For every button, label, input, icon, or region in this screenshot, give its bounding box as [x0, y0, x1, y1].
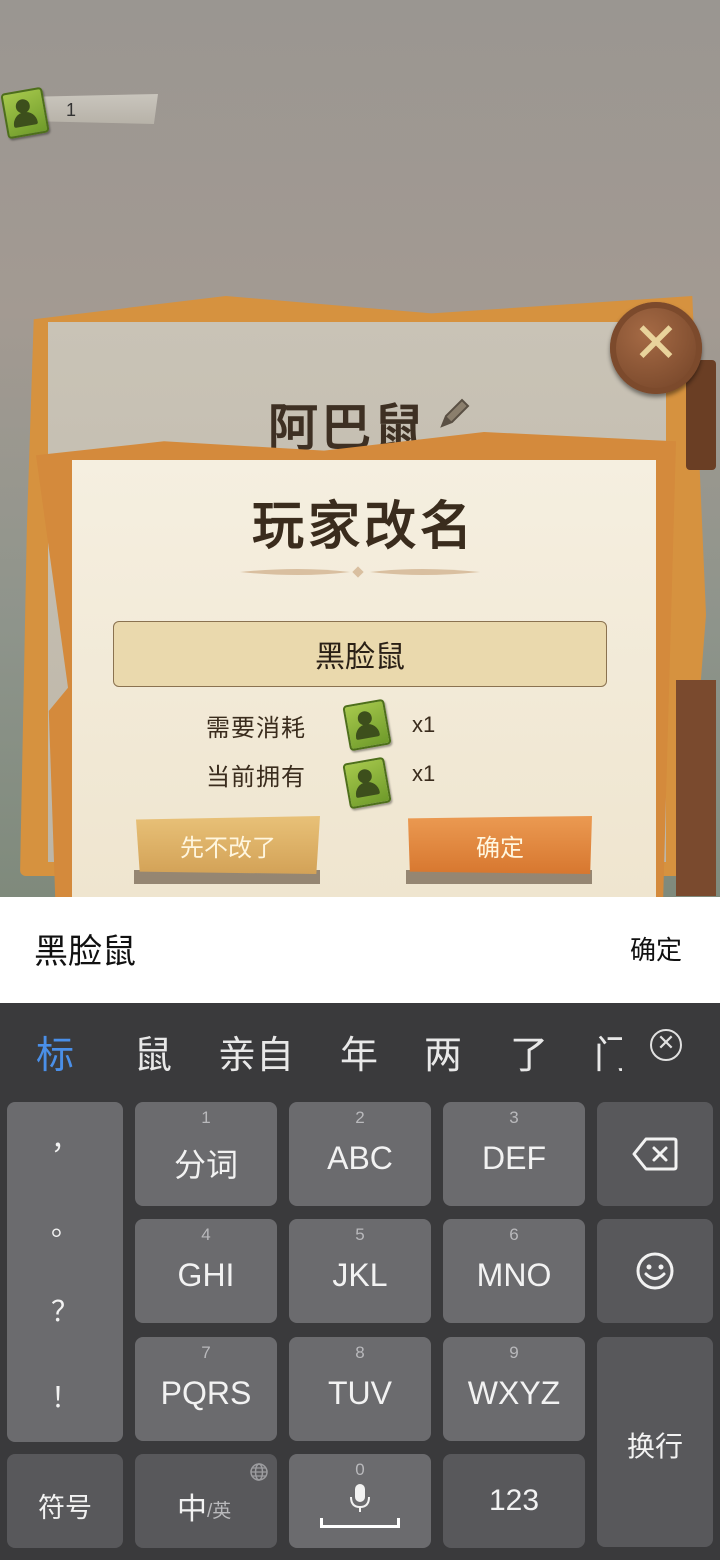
key-1-fenci[interactable]: 1 分词 [135, 1102, 277, 1206]
punct-comma-key[interactable]: ， [7, 1118, 123, 1158]
candidate-word[interactable]: 门 [594, 1024, 622, 1079]
title-divider [240, 566, 480, 578]
key-number: 8 [355, 1343, 365, 1362]
owned-label: 当前拥有 [206, 763, 306, 791]
symbols-key-label: 符号 [38, 1493, 92, 1523]
cost-label: 需要消耗 [206, 714, 306, 742]
candidate-word[interactable]: 标 [36, 1024, 74, 1079]
lang-alt-label: /英 [207, 1501, 232, 1522]
candidate-word[interactable]: 两 [424, 1024, 462, 1079]
key-4-ghi[interactable]: 4 GHI [135, 1219, 277, 1323]
key-number: 1 [201, 1108, 211, 1127]
key-label: 分词 [173, 1147, 238, 1183]
key-label: ABC [327, 1140, 393, 1176]
symbols-key[interactable]: 符号 [7, 1454, 123, 1548]
punct-question-key[interactable]: ？ [7, 1290, 123, 1330]
key-5-jkl[interactable]: 5 JKL [289, 1219, 431, 1323]
key-number: 4 [201, 1225, 211, 1244]
key-number: 6 [509, 1225, 519, 1244]
punct-exclaim-key[interactable]: ！ [7, 1376, 123, 1416]
key-label: DEF [482, 1140, 546, 1176]
numbers-key[interactable]: 123 [443, 1454, 585, 1548]
lang-primary-label: 中 [177, 1493, 207, 1526]
game-scene: 1 阿巴鼠 ✕ 玩家改名 黑脸鼠 需要消耗 x1 当前拥有 x1 先不改了 确定 [0, 0, 720, 897]
book-spine-decoration [676, 680, 716, 896]
key-label: PQRS [160, 1375, 252, 1411]
microphone-icon [350, 1484, 370, 1512]
owned-quantity: x1 [412, 761, 436, 786]
key-number: 7 [201, 1343, 211, 1362]
clear-candidates-icon[interactable]: ✕ [650, 1029, 682, 1061]
backspace-key[interactable] [597, 1102, 713, 1206]
key-number: 5 [355, 1225, 365, 1244]
backspace-icon [632, 1137, 678, 1171]
new-name-input[interactable]: 黑脸鼠 [113, 621, 607, 687]
numbers-key-label: 123 [488, 1484, 540, 1517]
dialog-title: 玩家改名 [251, 497, 476, 557]
key-6-mno[interactable]: 6 MNO [443, 1219, 585, 1323]
key-label: MNO [476, 1257, 552, 1293]
close-button[interactable]: ✕ [606, 294, 702, 398]
enter-key-label: 换行 [626, 1431, 683, 1462]
punct-period-key[interactable]: 。 [7, 1204, 123, 1244]
ticket-count: 1 [66, 100, 77, 120]
ime-confirm-button[interactable]: 确定 [630, 930, 682, 967]
rename-card-icon [342, 756, 392, 810]
globe-icon [250, 1463, 268, 1481]
cost-quantity: x1 [412, 712, 436, 737]
key-label: GHI [177, 1257, 235, 1293]
key-2-abc[interactable]: 2 ABC [289, 1102, 431, 1206]
emoji-icon [636, 1252, 674, 1290]
key-7-pqrs[interactable]: 7 PQRS [135, 1337, 277, 1441]
key-8-tuv[interactable]: 8 TUV [289, 1337, 431, 1441]
space-key[interactable]: 0 [289, 1454, 431, 1548]
key-number: 0 [355, 1460, 365, 1479]
ime-composing-text[interactable]: 黑脸鼠 [34, 924, 136, 973]
cancel-button[interactable]: 先不改了 [136, 816, 320, 874]
candidate-word[interactable]: 亲自 [218, 1024, 294, 1079]
key-number: 3 [509, 1108, 519, 1127]
edit-pen-icon[interactable] [436, 396, 472, 432]
candidate-word[interactable]: 鼠 [134, 1024, 172, 1079]
rename-ticket-counter: 1 [0, 86, 160, 140]
emoji-key[interactable] [597, 1219, 713, 1323]
rename-card-icon [0, 86, 50, 140]
enter-key[interactable]: 换行 [597, 1337, 713, 1547]
key-9-wxyz[interactable]: 9 WXYZ [443, 1337, 585, 1441]
rename-card-icon [342, 698, 392, 752]
candidate-word[interactable]: 了 [510, 1024, 548, 1079]
key-label: WXYZ [467, 1375, 561, 1411]
key-number: 9 [509, 1343, 519, 1362]
space-bar-underline [320, 1518, 400, 1528]
key-label: JKL [332, 1257, 388, 1293]
key-3-def[interactable]: 3 DEF [443, 1102, 585, 1206]
candidate-word[interactable]: 年 [340, 1024, 378, 1079]
key-label: TUV [328, 1375, 392, 1411]
key-number: 2 [355, 1108, 365, 1127]
confirm-button[interactable]: 确定 [408, 816, 592, 874]
close-icon[interactable]: ✕ [610, 302, 702, 394]
language-switch-key[interactable]: 中 /英 [135, 1454, 277, 1548]
